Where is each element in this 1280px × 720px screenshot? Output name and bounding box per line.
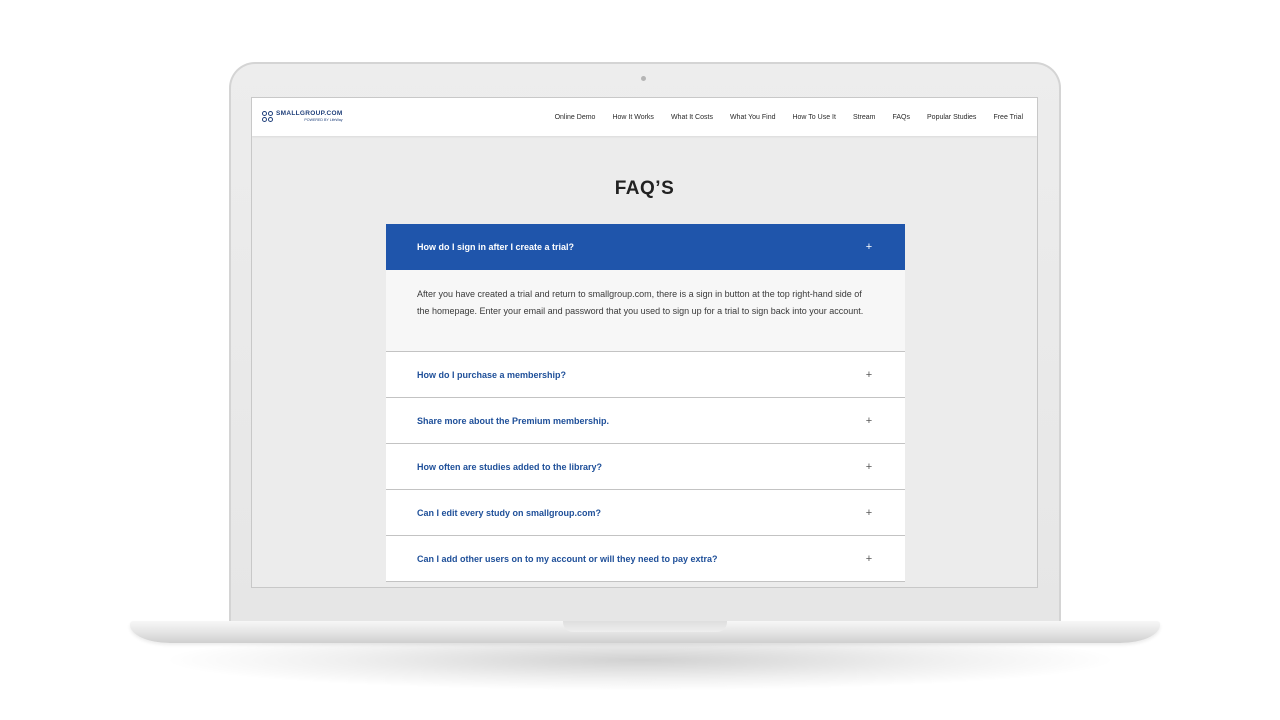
- faq-question-text: Can I edit every study on smallgroup.com…: [417, 507, 602, 518]
- nav-stream[interactable]: Stream: [853, 114, 876, 121]
- plus-icon: +: [865, 368, 873, 381]
- nav-what-it-costs[interactable]: What It Costs: [671, 114, 713, 121]
- plus-icon: +: [865, 460, 873, 473]
- logo-mark-icon: [262, 111, 274, 123]
- faq-list: How do I sign in after I create a trial?…: [386, 224, 905, 582]
- laptop-screen: SMALLGROUP.COM POWERED BY LifeWay Online…: [251, 97, 1038, 588]
- nav-popular-studies[interactable]: Popular Studies: [927, 114, 976, 121]
- logo-text: SMALLGROUP.COM POWERED BY LifeWay: [276, 111, 343, 122]
- faq-question-text: How often are studies added to the libra…: [417, 461, 603, 472]
- nav-free-trial[interactable]: Free Trial: [993, 114, 1023, 121]
- faq-question[interactable]: Can I add other users on to my account o…: [386, 536, 905, 582]
- faq-question-text: How do I purchase a membership?: [417, 369, 567, 380]
- faq-question[interactable]: How do I purchase a membership? +: [386, 352, 905, 398]
- plus-icon: +: [865, 241, 873, 253]
- site-header: SMALLGROUP.COM POWERED BY LifeWay Online…: [252, 98, 1037, 136]
- plus-icon: +: [865, 506, 873, 519]
- logo-name: SMALLGROUP.COM: [276, 110, 343, 118]
- faq-answer-text: After you have created a trial and retur…: [417, 289, 864, 316]
- faq-question-expanded[interactable]: How do I sign in after I create a trial?…: [386, 224, 905, 270]
- faq-question[interactable]: How often are studies added to the libra…: [386, 444, 905, 490]
- nav-how-it-works[interactable]: How It Works: [612, 114, 654, 121]
- faq-answer: After you have created a trial and retur…: [386, 270, 905, 352]
- site-logo[interactable]: SMALLGROUP.COM POWERED BY LifeWay: [262, 108, 343, 126]
- main-nav: Online Demo How It Works What It Costs W…: [538, 98, 1023, 136]
- stage: SMALLGROUP.COM POWERED BY LifeWay Online…: [0, 0, 1280, 720]
- page-title: FAQ’S: [614, 178, 675, 199]
- nav-how-to-use-it[interactable]: How To Use It: [792, 114, 835, 121]
- plus-icon: +: [865, 552, 873, 565]
- faq-question-text: Share more about the Premium membership.: [417, 415, 610, 426]
- nav-online-demo[interactable]: Online Demo: [555, 114, 596, 121]
- faq-question[interactable]: Can I edit every study on smallgroup.com…: [386, 490, 905, 536]
- faq-question-text: How do I sign in after I create a trial?: [417, 242, 575, 252]
- laptop-notch: [563, 621, 727, 632]
- nav-faqs[interactable]: FAQs: [893, 114, 911, 121]
- faq-question-text: Can I add other users on to my account o…: [417, 553, 718, 564]
- camera-dot: [641, 76, 646, 81]
- nav-what-you-find[interactable]: What You Find: [730, 114, 776, 121]
- faq-question[interactable]: Share more about the Premium membership.…: [386, 398, 905, 444]
- plus-icon: +: [865, 414, 873, 427]
- logo-tagline: POWERED BY LifeWay: [304, 117, 343, 122]
